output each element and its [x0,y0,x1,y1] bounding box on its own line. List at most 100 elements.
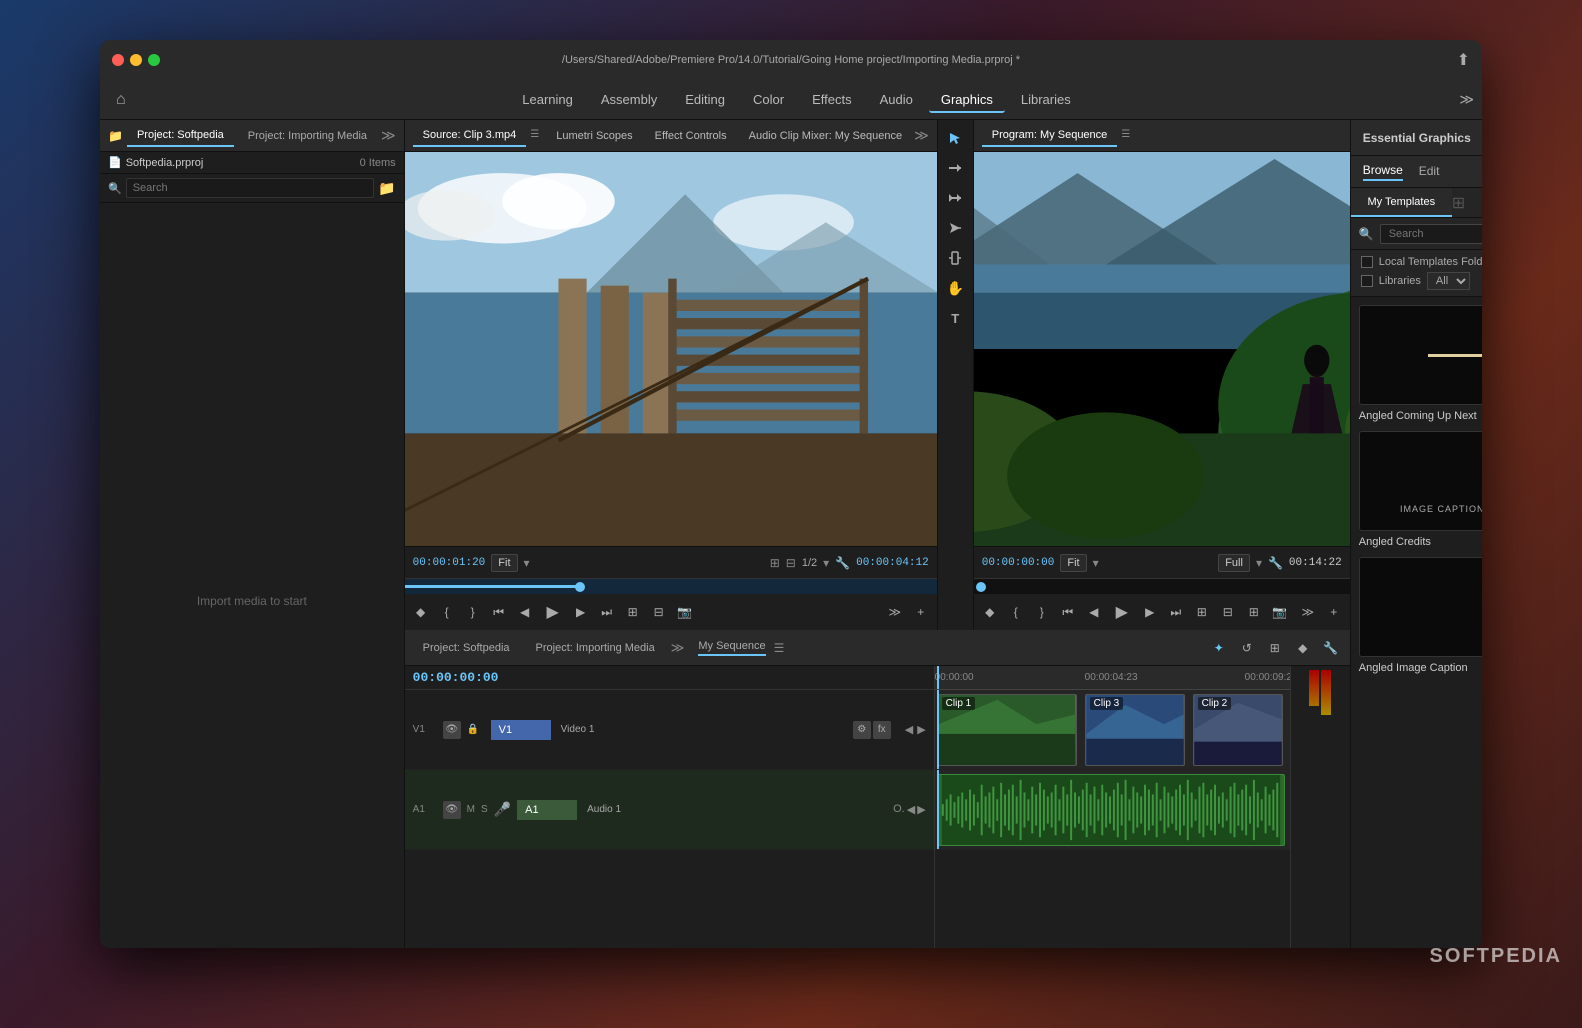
project-tab-importing[interactable]: Project: Importing Media [238,126,377,146]
program-full-dropdown[interactable]: ▾ [1256,556,1262,570]
video-track-eye-btn[interactable]: 👁 [443,721,461,739]
program-insert-icon[interactable]: ⊞ [1190,600,1214,624]
selection-tool-btn[interactable] [941,124,969,152]
source-in-point-icon[interactable]: { [435,600,459,624]
source-scrubbar[interactable] [405,578,937,594]
project-tab-softpedia[interactable]: Project: Softpedia [127,125,234,147]
share-button[interactable]: ⬆ [1457,50,1470,70]
program-scrub-thumb[interactable] [976,582,986,592]
type-tool-btn[interactable]: T [941,304,969,332]
source-export-icon[interactable]: 📷 [673,600,697,624]
menubar-item-learning[interactable]: Learning [510,86,585,113]
video-track-name-box[interactable]: V1 [491,720,551,740]
program-export-icon[interactable]: 📷 [1268,600,1292,624]
source-fit-label[interactable]: Fit [491,554,517,572]
program-step-back-icon[interactable]: ◀ [1082,600,1106,624]
timeline-undo-icon[interactable]: ↺ [1236,637,1258,659]
eg-libraries-dropdown[interactable]: All [1427,272,1470,290]
video-clip-1[interactable]: Clip 1 [937,694,1077,766]
program-wrench-icon[interactable]: 🔧 [1268,556,1283,570]
fullscreen-button[interactable] [148,54,160,66]
program-play-button[interactable]: ▶ [1108,598,1136,626]
program-btn-add[interactable]: + [1322,600,1346,624]
program-btn-overflow[interactable]: ≫ [1296,600,1320,624]
source-btn-overflow[interactable]: ≫ [883,600,907,624]
timeline-tab-mysequence[interactable]: My Sequence [698,640,765,656]
template-thumb-coming-up-next[interactable] [1359,305,1482,405]
program-timecode[interactable]: 00:00:00:00 [982,557,1055,569]
program-fit-label[interactable]: Fit [1060,554,1086,572]
source-tab-audiomixer[interactable]: Audio Clip Mixer: My Sequence [739,126,912,146]
source-play-button[interactable]: ▶ [539,598,567,626]
timeline-snap-icon[interactable]: ⊞ [1264,637,1286,659]
eg-tab-browse[interactable]: Browse [1363,163,1403,181]
menubar-item-audio[interactable]: Audio [868,86,925,113]
video-track-settings-btn[interactable]: ⚙ [853,721,871,739]
audio-track-mic-icon[interactable]: 🎤 [494,801,511,818]
razor-tool-btn[interactable] [941,214,969,242]
source-fit-dropdown-icon[interactable]: ▾ [524,556,530,570]
video-clip-3[interactable]: Clip 3 [1085,694,1185,766]
project-search-input[interactable] [126,178,375,198]
source-tab-lumetri[interactable]: Lumetri Scopes [546,126,642,146]
program-goto-in-icon[interactable]: ⏮ [1056,600,1080,624]
project-timeline-tab-importing[interactable]: Project: Importing Media [526,638,665,658]
audio-track-name-box[interactable]: A1 [517,800,577,820]
close-button[interactable] [112,54,124,66]
program-fit-dropdown[interactable]: ▾ [1093,556,1099,570]
program-full-label[interactable]: Full [1218,554,1250,572]
video-track-fx-btn[interactable]: fx [873,721,891,739]
program-panel-menu[interactable]: ☰ [1121,129,1135,143]
minimize-button[interactable] [130,54,142,66]
menubar-item-effects[interactable]: Effects [800,86,864,113]
video-track-prev-btn[interactable]: ◀ [905,723,913,736]
source-overwrite-icon[interactable]: ⊟ [786,556,796,570]
source-tab-clip3[interactable]: Source: Clip 3.mp4 [413,125,527,147]
eg-subtab-adobestock[interactable]: Adobe S [1465,188,1482,217]
program-tab-sequence[interactable]: Program: My Sequence [982,125,1118,147]
audio-track-prev-btn[interactable]: ◀ [907,803,915,816]
eg-search-input[interactable] [1380,224,1482,244]
source-btn-add[interactable]: + [909,600,933,624]
project-add-bin-icon[interactable]: 📁 [378,180,395,197]
track-select-tool-btn[interactable] [941,154,969,182]
menubar-item-graphics[interactable]: Graphics [929,86,1005,113]
source-panel-overflow[interactable]: ≫ [914,127,929,144]
source-insert-button[interactable]: ⊞ [621,600,645,624]
source-scrub-thumb[interactable] [575,582,585,592]
timeline-sparkle-icon[interactable]: ✦ [1208,637,1230,659]
project-panel-overflow[interactable]: ≫ [381,127,396,144]
source-step-fwd-icon[interactable]: ▶ [569,600,593,624]
source-overwrite-button[interactable]: ⊟ [647,600,671,624]
source-add-marker-icon[interactable]: ◆ [409,600,433,624]
project-timeline-tab-softpedia[interactable]: Project: Softpedia [413,638,520,658]
audio-track-next-btn[interactable]: ▶ [917,803,925,816]
ripple-tool-btn[interactable] [941,184,969,212]
source-out-point-icon[interactable]: } [461,600,485,624]
menubar-item-color[interactable]: Color [741,86,796,113]
eg-local-templates-checkbox[interactable] [1361,256,1373,268]
program-extract-icon[interactable]: ⊞ [1242,600,1266,624]
audio-track-eye-btn[interactable]: 👁 [443,801,461,819]
timeline-tab-menu[interactable]: ☰ [774,641,785,655]
eg-tab-edit[interactable]: Edit [1419,164,1440,180]
source-goto-in-icon[interactable]: ⏮ [487,600,511,624]
timeline-marker-icon[interactable]: ◆ [1292,637,1314,659]
hand-tool-btn[interactable]: ✋ [941,274,969,302]
program-add-marker-icon[interactable]: ◆ [978,600,1002,624]
source-goto-out-icon[interactable]: ⏭ [595,600,619,624]
program-lift-icon[interactable]: ⊟ [1216,600,1240,624]
video-clip-track[interactable]: Clip 1 Clip 3 [935,690,1290,770]
menubar-item-assembly[interactable]: Assembly [589,86,669,113]
program-out-point-icon[interactable]: } [1030,600,1054,624]
program-step-fwd-icon[interactable]: ▶ [1138,600,1162,624]
source-wrench-icon[interactable]: 🔧 [835,556,850,570]
audio-clip-main[interactable] [937,774,1285,846]
timeline-overflow-icon[interactable]: ≫ [671,640,685,656]
eg-libraries-checkbox[interactable] [1361,275,1373,287]
home-button[interactable]: ⌂ [108,87,134,113]
source-fraction-dropdown[interactable]: ▾ [823,556,829,570]
program-in-point-icon[interactable]: { [1004,600,1028,624]
template-thumb-credits[interactable]: IMAGE CAPTION HERE PR [1359,431,1482,531]
audio-clip-track[interactable] [935,770,1290,850]
